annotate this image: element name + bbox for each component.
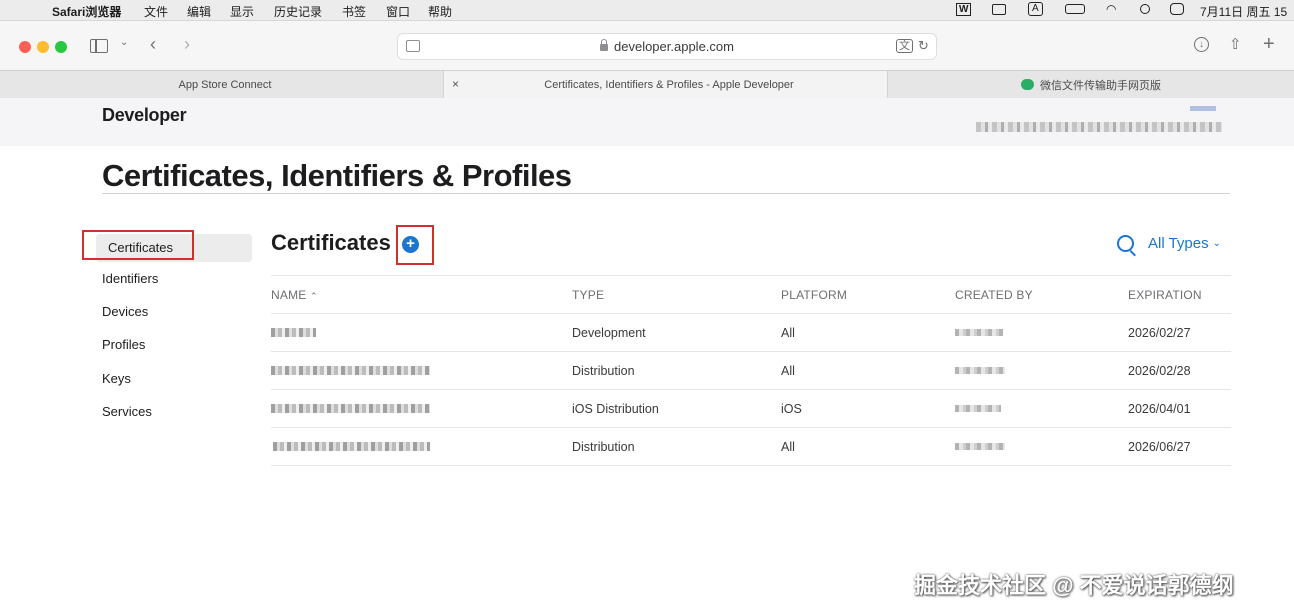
type-filter-dropdown[interactable]: All Types ⌄ xyxy=(1148,235,1221,252)
developer-logo[interactable]: Developer xyxy=(102,105,187,126)
zoom-window-button[interactable] xyxy=(55,41,67,53)
type-filter-label: All Types xyxy=(1148,235,1209,252)
certificate-expiration: 2026/02/28 xyxy=(1128,364,1191,378)
share-icon[interactable]: ⇧ xyxy=(1229,35,1242,53)
column-header-type[interactable]: TYPE xyxy=(572,288,604,302)
new-tab-icon[interactable]: + xyxy=(1263,33,1275,56)
created-by-redacted xyxy=(955,405,1001,412)
table-bottom-divider xyxy=(271,465,1231,466)
minimize-window-button[interactable] xyxy=(37,41,49,53)
address-text-wrap: developer.apple.com xyxy=(398,39,936,54)
page-title: Certificates, Identifiers & Profiles xyxy=(102,158,572,193)
reload-icon[interactable]: ↻ xyxy=(918,38,929,54)
control-center-icon[interactable] xyxy=(1170,3,1184,15)
tab-label: App Store Connect xyxy=(178,78,272,91)
highlight-box-certificates xyxy=(82,230,194,260)
sidebar-chevron-down-icon[interactable]: ⌄ xyxy=(120,37,128,48)
sidebar-item-profiles[interactable]: Profiles xyxy=(90,331,252,359)
input-method-icon[interactable]: A xyxy=(1028,2,1043,16)
certificate-expiration: 2026/06/27 xyxy=(1128,440,1191,454)
highlight-box-add-button xyxy=(396,225,434,265)
close-tab-icon[interactable]: × xyxy=(452,77,459,91)
battery-icon[interactable] xyxy=(1065,4,1085,14)
sidebar-item-identifiers[interactable]: Identifiers xyxy=(90,265,252,293)
lock-icon xyxy=(600,39,608,51)
certificate-name-redacted[interactable] xyxy=(271,366,430,375)
downloads-icon[interactable]: ↓ xyxy=(1194,37,1209,52)
menu-app-name[interactable]: Safari浏览器 xyxy=(52,3,121,20)
row-divider xyxy=(271,351,1231,352)
account-info-redacted xyxy=(976,122,1222,132)
developer-header: Developer xyxy=(0,98,1294,146)
window-manager-icon[interactable] xyxy=(992,4,1006,15)
menu-view[interactable]: 显示 xyxy=(230,3,254,20)
back-icon[interactable]: ‹ xyxy=(150,34,156,55)
tab-wechat[interactable]: 微信文件传输助手网页版 xyxy=(888,71,1294,98)
menu-help[interactable]: 帮助 xyxy=(428,3,452,20)
certificate-type: Development xyxy=(572,326,646,340)
account-menu-redacted[interactable] xyxy=(1190,106,1216,111)
menu-file[interactable]: 文件 xyxy=(144,3,168,20)
created-by-redacted xyxy=(955,367,1005,374)
header-divider xyxy=(271,313,1231,314)
certificate-platform: iOS xyxy=(781,402,802,416)
chevron-down-icon: ⌄ xyxy=(1212,238,1221,249)
tab-label: Certificates, Identifiers & Profiles - A… xyxy=(544,78,794,91)
certificate-name-redacted[interactable] xyxy=(271,404,430,413)
table-top-divider xyxy=(271,275,1231,276)
tab-app-store-connect[interactable]: App Store Connect xyxy=(0,71,444,98)
certificate-name-redacted[interactable] xyxy=(271,328,316,337)
watermark: 掘金技术社区 @ 不爱说话郭德纲 xyxy=(914,573,1234,598)
address-bar[interactable]: developer.apple.com 文 ↻ xyxy=(397,33,937,60)
sidebar-item-services[interactable]: Services xyxy=(90,398,252,426)
developer-logo-text: Developer xyxy=(102,105,187,125)
row-divider xyxy=(271,389,1231,390)
section-title: Certificates xyxy=(271,230,391,255)
menu-edit[interactable]: 编辑 xyxy=(187,3,211,20)
certificate-platform: All xyxy=(781,326,795,340)
menu-clock[interactable]: 7月11日 周五 15 xyxy=(1200,3,1287,20)
sidebar-item-devices[interactable]: Devices xyxy=(90,298,252,326)
sidebar-toggle-icon[interactable] xyxy=(90,39,108,53)
tab-label: 微信文件传输助手网页版 xyxy=(1040,79,1161,92)
wifi-icon[interactable]: ◠ xyxy=(1106,2,1116,16)
created-by-redacted xyxy=(955,443,1005,450)
column-header-platform[interactable]: PLATFORM xyxy=(781,288,847,302)
row-divider xyxy=(271,427,1231,428)
menu-history[interactable]: 历史记录 xyxy=(274,3,322,20)
certificate-type: iOS Distribution xyxy=(572,402,659,416)
macos-menu-bar: Safari浏览器 文件 编辑 显示 历史记录 书签 窗口 帮助 W A ◠ 7… xyxy=(0,0,1294,21)
menu-window[interactable]: 窗口 xyxy=(386,3,410,20)
sidebar-item-keys[interactable]: Keys xyxy=(90,365,252,393)
column-header-created-by[interactable]: CREATED BY xyxy=(955,288,1033,302)
forward-icon[interactable]: › xyxy=(184,34,190,55)
translate-icon[interactable]: 文 xyxy=(896,39,913,53)
title-divider xyxy=(102,193,1230,194)
certificate-platform: All xyxy=(781,440,795,454)
sort-ascending-icon: ⌃ xyxy=(310,291,318,301)
certificate-type: Distribution xyxy=(572,364,635,378)
browser-toolbar: ⌄ ‹ › developer.apple.com 文 ↻ ↓ ⇧ + xyxy=(0,21,1294,70)
tab-certificates[interactable]: × Certificates, Identifiers & Profiles -… xyxy=(444,71,888,98)
spotlight-search-icon[interactable] xyxy=(1140,4,1150,14)
wechat-favicon-icon xyxy=(1021,79,1034,90)
close-window-button[interactable] xyxy=(19,41,31,53)
certificate-name-redacted[interactable] xyxy=(273,442,430,451)
certificate-platform: All xyxy=(781,364,795,378)
certificate-expiration: 2026/04/01 xyxy=(1128,402,1191,416)
certificate-expiration: 2026/02/27 xyxy=(1128,326,1191,340)
menu-bookmarks[interactable]: 书签 xyxy=(342,3,366,20)
created-by-redacted xyxy=(955,329,1003,336)
certificate-type: Distribution xyxy=(572,440,635,454)
search-icon[interactable] xyxy=(1117,235,1134,252)
tab-bar: App Store Connect × Certificates, Identi… xyxy=(0,70,1294,99)
column-header-name-label: NAME xyxy=(271,288,307,302)
wps-icon[interactable]: W xyxy=(956,3,972,16)
url-text[interactable]: developer.apple.com xyxy=(614,39,734,54)
column-header-name[interactable]: NAME ⌃ xyxy=(271,288,318,302)
column-header-expiration[interactable]: EXPIRATION xyxy=(1128,288,1202,302)
